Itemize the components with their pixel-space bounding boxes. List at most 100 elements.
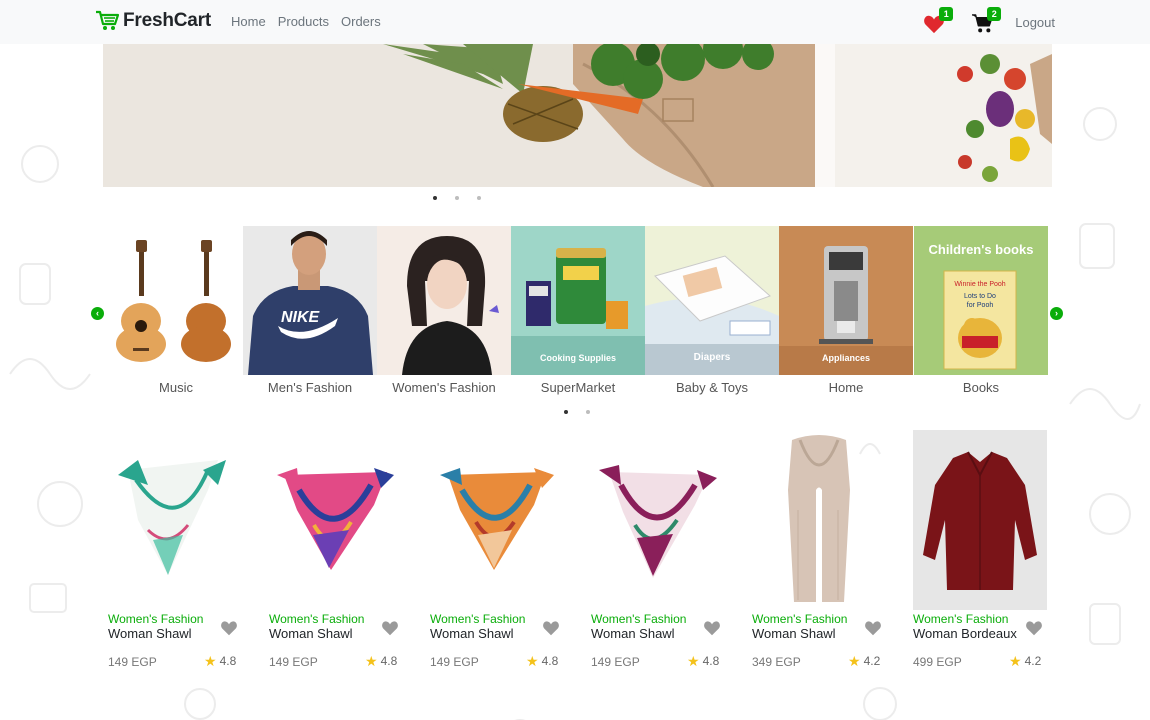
product-card[interactable]: Women's Fashion Woman Shawl 149 EGP ★ 4.8 [102,430,242,675]
category-card-books[interactable]: Winnie the Pooh Lots to Do for Pooh Chil… [914,226,1048,396]
product-title: Woman Bordeaux [913,626,1017,641]
product-title: Woman Shawl [752,626,836,641]
product-rating: ★ 4.8 [204,654,236,668]
hero-slider [103,44,1052,187]
nav-link-products[interactable]: Products [278,14,329,29]
wishlist-heart-icon[interactable] [1025,620,1043,636]
star-icon: ★ [1009,653,1022,669]
groceries-bag-illustration [103,44,815,187]
hero-main-image [103,44,815,187]
wishlist-heart-icon[interactable] [220,620,238,636]
product-category: Women's Fashion [108,612,204,626]
wishlist-heart-icon[interactable] [864,620,882,636]
category-card-womens-fashion[interactable]: Women's Fashion [377,226,511,396]
cart-button[interactable]: 2 [971,7,1002,35]
hero-dot-1[interactable] [433,196,437,200]
categories-pagination [564,410,590,414]
cart-logo-icon [96,10,119,30]
categories-dot-1[interactable] [564,410,568,414]
product-rating-value: 4.8 [380,654,398,668]
product-card[interactable]: Women's Fashion Woman Shawl 149 EGP ★ 4.8 [263,430,403,675]
product-image [108,430,242,610]
category-label: Men's Fashion [267,380,353,395]
product-price: 149 EGP [108,655,157,669]
brand-name: FreshCart [123,10,211,31]
products-grid: Women's Fashion Woman Shawl 149 EGP ★ 4.8… [102,430,1048,680]
product-price: 499 EGP [913,655,962,669]
product-rating-value: 4.8 [219,654,237,668]
wishlist-button[interactable]: 1 [923,7,954,35]
categories-slider: Music NIKE Men's Fashion Women's Fashion… [109,226,1048,396]
wishlist-count-badge: 1 [939,7,954,21]
product-price: 149 EGP [430,655,479,669]
product-card[interactable]: Women's Fashion Woman Shawl 349 EGP ★ 4.2 [746,430,886,675]
star-icon: ★ [204,653,217,669]
product-category: Women's Fashion [430,612,526,626]
product-rating: ★ 4.2 [1009,654,1041,668]
categories-dot-2[interactable] [586,410,590,414]
brand-logo[interactable]: FreshCart [95,10,211,32]
product-image [430,430,564,610]
product-title: Woman Shawl [108,626,192,641]
category-card-baby-toys[interactable]: Diapers Baby & Toys [645,226,779,396]
product-card[interactable]: Women's Fashion Woman Shawl 149 EGP ★ 4.8 [585,430,725,675]
nav-link-home[interactable]: Home [231,14,266,29]
wishlist-heart-icon[interactable] [542,620,560,636]
category-image-caption: Children's books [928,242,1034,257]
category-label: Baby & Toys [675,380,749,395]
star-icon: ★ [848,653,861,669]
hero-pagination [433,196,481,200]
product-title: Woman Shawl [269,626,353,641]
categories-next-button[interactable]: › [1050,307,1063,320]
logout-link[interactable]: Logout [1015,15,1055,30]
category-card-supermarket[interactable]: Cooking Supplies SuperMarket [511,226,645,396]
category-card-mens-fashion[interactable]: NIKE Men's Fashion [243,226,377,396]
product-rating: ★ 4.8 [687,654,719,668]
product-price: 349 EGP [752,655,801,669]
category-card-music[interactable]: Music [109,226,243,396]
product-rating-value: 4.8 [702,654,720,668]
product-rating-value: 4.8 [541,654,559,668]
category-label: Home [828,380,864,395]
product-image [269,430,403,610]
category-image-caption: Diapers [693,352,731,363]
product-card[interactable]: Women's Fashion Woman Bordeaux 499 EGP ★… [907,430,1047,675]
categories-prev-button[interactable]: ‹ [91,307,104,320]
chevron-left-icon: ‹ [96,308,99,318]
product-image [752,430,886,610]
star-icon: ★ [365,653,378,669]
svg-text:for Pooh: for Pooh [967,302,994,309]
chevron-right-icon: › [1055,308,1058,318]
svg-text:Lots to Do: Lots to Do [964,293,996,300]
svg-text:NIKE: NIKE [281,309,321,326]
product-rating: ★ 4.2 [848,654,880,668]
cart-count-badge: 2 [987,7,1002,21]
category-card-home[interactable]: Appliances Home [779,226,913,396]
product-rating-value: 4.2 [863,654,881,668]
hero-dot-3[interactable] [477,196,481,200]
main-nav: Home Products Orders [231,14,381,29]
nav-actions: 1 2 Logout [923,7,1055,36]
product-category: Women's Fashion [269,612,365,626]
star-icon: ★ [526,653,539,669]
wishlist-heart-icon[interactable] [381,620,399,636]
category-label: SuperMarket [540,380,616,395]
hero-dot-2[interactable] [455,196,459,200]
product-title: Woman Shawl [591,626,675,641]
product-card[interactable]: Women's Fashion Woman Shawl 149 EGP ★ 4.8 [424,430,564,675]
nav-link-orders[interactable]: Orders [341,14,381,29]
wishlist-heart-icon[interactable] [703,620,721,636]
category-label: Books [962,380,1000,395]
product-rating-value: 4.2 [1024,654,1042,668]
product-image [591,430,725,610]
product-rating: ★ 4.8 [526,654,558,668]
hero-side-image [815,44,1052,187]
category-label: Women's Fashion [392,380,496,395]
category-image-caption: Appliances [821,353,870,363]
star-icon: ★ [687,653,700,669]
product-category: Women's Fashion [752,612,848,626]
product-category: Women's Fashion [591,612,687,626]
category-label: Music [159,380,193,395]
product-rating: ★ 4.8 [365,654,397,668]
book-cover-text: Winnie the Pooh [954,281,1005,288]
